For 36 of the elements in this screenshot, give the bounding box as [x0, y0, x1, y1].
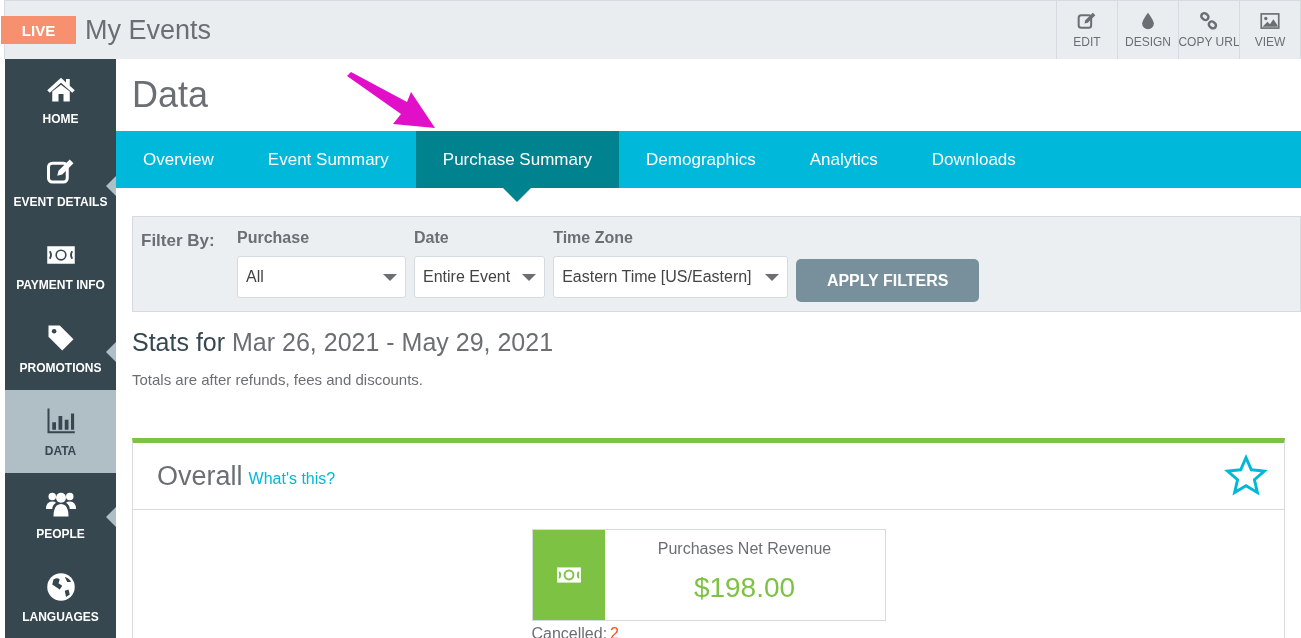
tab[interactable]: Downloads [904, 131, 1043, 188]
apply-filters-button[interactable]: APPLY FILTERS [796, 259, 980, 302]
dropdown-field[interactable]: Entire Event [414, 256, 546, 298]
caret-icon [383, 273, 397, 281]
metric-label: Purchases Net Revenue [657, 540, 832, 558]
star-icon[interactable] [1224, 454, 1268, 498]
field-label: Date [414, 229, 450, 247]
link-icon [1198, 11, 1220, 31]
app-title: My Events [85, 14, 213, 46]
card-title: Overall [157, 460, 243, 492]
tab[interactable]: Overview [116, 131, 241, 188]
tab-pointer-icon [503, 188, 532, 202]
image-icon [1259, 11, 1281, 31]
sidebar-item[interactable]: DATA [5, 390, 116, 474]
tab[interactable]: Demographics [619, 131, 783, 188]
toolbar-button[interactable]: DESIGN [1117, 1, 1178, 59]
edit-icon [1076, 11, 1098, 31]
globe-icon [44, 571, 77, 602]
toolbar-button[interactable]: EDIT [1056, 1, 1117, 59]
caret-icon [765, 273, 780, 281]
dropdown-field[interactable]: All [237, 256, 406, 298]
tab[interactable]: Event Summary [240, 131, 416, 188]
field-label: Purchase [237, 229, 311, 247]
stats-note: Totals are after refunds, fees and discounts. [132, 371, 424, 388]
stats-heading: Stats for Mar 26, 2021 - May 29, 2021 [132, 328, 555, 357]
metric-value: $198.00 [693, 572, 796, 604]
toolbar-button[interactable]: VIEW [1239, 1, 1300, 59]
help-link[interactable]: What's this? [248, 470, 336, 488]
toolbar-button[interactable]: COPY URL [1178, 1, 1239, 59]
field-label: Time Zone [553, 229, 634, 247]
live-badge: LIVE [1, 16, 76, 44]
filter-label: Filter By: [141, 231, 216, 251]
tab[interactable]: Analytics [782, 131, 905, 188]
dropdown-field[interactable]: Eastern Time [US/Eastern] [553, 256, 789, 298]
caret-icon [522, 273, 537, 281]
page-title: Data [132, 73, 209, 117]
